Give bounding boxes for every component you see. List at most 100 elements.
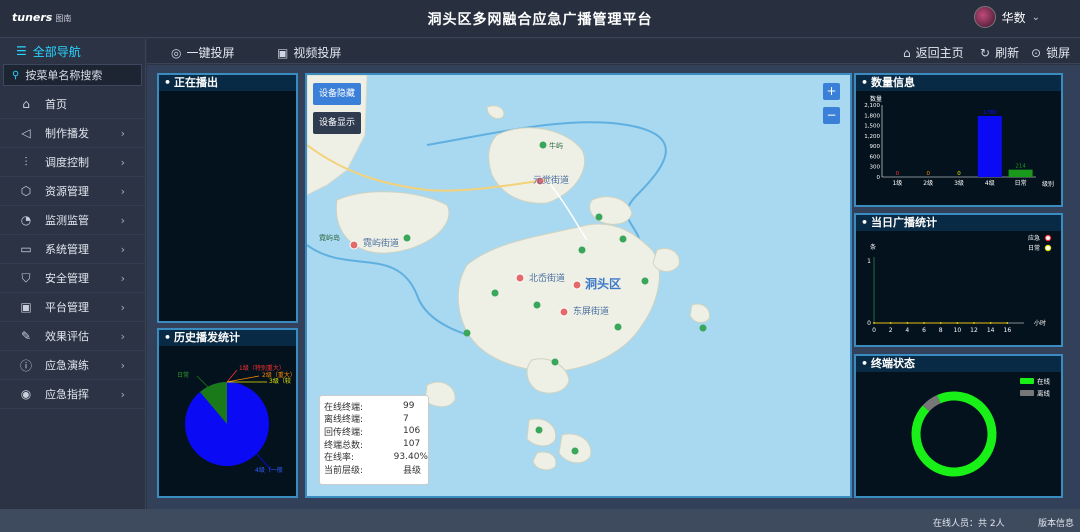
bar-ytick: 900 (870, 144, 881, 150)
lock-label: 锁屏 (1046, 46, 1071, 60)
device-show-button[interactable]: 设备显示 (313, 112, 362, 134)
one-click-cast-button[interactable]: ◎ 一键投屏 (171, 44, 235, 61)
bar-value-label: 0 (957, 171, 961, 177)
sidebar: ☰ 全部导航 ⚲ 按菜单名称搜索 ⌂ 首页 ◁ 制作播发 › ⫶ 调度控制 › ⬡ 资源管理 › ◔ 监… (0, 39, 146, 509)
toolbar: ◎ 一键投屏 ▣ 视频投屏 ⌂ 返回主页 ↻ 刷新 ⊙ 锁屏 (147, 39, 1080, 64)
line-legend-label: 应急 (1028, 234, 1040, 242)
stat-online: 在线终端: 99 (324, 400, 428, 413)
refresh-button[interactable]: ↻ 刷新 (980, 44, 1019, 61)
menu-icon: ☰ (16, 44, 27, 58)
sidebar-item-label: 调度控制 (45, 156, 89, 169)
line-xlabel: 小时 (1034, 319, 1046, 327)
sidebar-item-2[interactable]: ⫶ 调度控制 › (0, 148, 145, 177)
video-icon: ▣ (277, 45, 289, 60)
desktop-icon: ▣ (20, 300, 32, 314)
sidebar-item-5[interactable]: ▭ 系统管理 › (0, 235, 145, 264)
sidebar-item-6[interactable]: ⛉ 安全管理 › (0, 264, 145, 293)
menu-search-input[interactable]: ⚲ 按菜单名称搜索 (3, 64, 142, 86)
beiyan-marker[interactable] (515, 273, 525, 283)
daily-title: 当日广播统计 (856, 215, 1061, 231)
zoom-in-button[interactable]: + (823, 83, 840, 100)
sidebar-item-1[interactable]: ◁ 制作播发 › (0, 119, 145, 148)
daily-panel: 当日广播统计 条010246810121416小时应急日常 (854, 213, 1063, 347)
dongping-marker[interactable] (559, 307, 569, 317)
map-label-dongping: 东屏街道 (573, 307, 610, 317)
home-icon: ⌂ (903, 45, 911, 60)
alert-icon: ⓘ (19, 358, 32, 373)
cast-label: 一键投屏 (186, 46, 235, 60)
gauge-icon: ◔ (20, 213, 32, 227)
line-point (973, 322, 975, 324)
stat-offline: 离线终端: 7 (324, 413, 428, 426)
sidebar-item-9[interactable]: ⓘ 应急演练 › (0, 351, 145, 380)
bar-xtick: 1级 (892, 179, 902, 187)
map-label-yuanjue: 元觉街道 (533, 176, 570, 186)
broadcast-icon: ◉ (20, 387, 32, 401)
bar-value-label: 0 (926, 171, 930, 177)
quantity-bar-chart: 数量 0 300 600 900 1,200 1,500 1,800 2,100 0 1级 0 2级 0 3… (864, 95, 1054, 188)
chevron-down-icon[interactable]: ⌄ (1032, 12, 1040, 23)
stat-total: 终端总数: 107 (324, 438, 428, 451)
line-legend-label: 日常 (1028, 244, 1040, 252)
lock-icon: ⊙ (1031, 45, 1042, 60)
sidebar-item-label: 资源管理 (45, 185, 89, 198)
terminal-panel: 终端状态 在线离线 (854, 354, 1063, 498)
search-placeholder: 按菜单名称搜索 (25, 69, 103, 82)
line-point (939, 322, 942, 324)
donut-legend-label: 在线 (1037, 377, 1051, 386)
map-label-niuyan: 牛屿 (549, 142, 563, 150)
bar-日常 (1008, 169, 1033, 177)
sidebar-item-7[interactable]: ▣ 平台管理 › (0, 293, 145, 322)
line-point (1006, 322, 1009, 324)
stat-value: 93.40% (393, 451, 428, 462)
stat-label: 当前层级: (324, 465, 364, 476)
donut-slice-离线 (922, 395, 941, 412)
map-area[interactable]: 元觉街道 霓屿街道 北岙街道 洞头区 东屏街道 牛屿 霓屿岛 设备隐藏 设备显示… (305, 73, 852, 498)
return-home-button[interactable]: ⌂ 返回主页 (903, 44, 964, 61)
sidebar-item-4[interactable]: ◔ 监测监管 › (0, 206, 145, 235)
chevron-right-icon: › (120, 126, 125, 140)
sidebar-item-8[interactable]: ✎ 效果评估 › (0, 322, 145, 351)
chevron-right-icon: › (120, 271, 125, 285)
map-label-beiyan: 北岙街道 (529, 274, 566, 284)
map-label-jiudu: 霓屿岛 (319, 234, 340, 242)
sidebar-item-10[interactable]: ◉ 应急指挥 › (0, 380, 145, 409)
map-label-district: 洞头区 (585, 277, 622, 291)
sidebar-item-3[interactable]: ⬡ 资源管理 › (0, 177, 145, 206)
bar-ytick: 2,100 (864, 103, 880, 109)
line-ytick: 0 (867, 320, 871, 327)
chevron-right-icon: › (120, 300, 125, 314)
avatar[interactable] (973, 6, 996, 28)
app-title: 洞头区多网融合应急广播管理平台 (427, 12, 653, 28)
sidebar-item-label: 安全管理 (45, 272, 89, 285)
lock-screen-button[interactable]: ⊙ 锁屏 (1031, 44, 1070, 61)
sidebar-item-label: 首页 (45, 98, 67, 111)
stat-label: 终端总数: (324, 440, 364, 451)
stat-rate: 在线率: 93.40% (324, 450, 428, 464)
lingkun-marker[interactable] (349, 240, 359, 250)
chevron-right-icon: › (120, 387, 125, 401)
pie-label-3: 3级（较 (269, 377, 291, 385)
quantity-panel: 数量信息 数量 0 300 600 900 1,200 1,500 1,800 2,100 0 1级… (854, 73, 1063, 207)
user-name[interactable]: 华数 (1002, 9, 1026, 26)
stat-value: 106 (403, 426, 421, 437)
line-ytick: 1 (867, 258, 871, 265)
line-point (906, 322, 909, 324)
district-marker[interactable] (572, 280, 582, 290)
cast-icon: ◎ (171, 45, 182, 60)
chevron-right-icon: › (120, 242, 125, 256)
sidebar-item-0[interactable]: ⌂ 首页 (0, 90, 145, 119)
history-panel: 历史播发统计 1级（特别重大） 2级（重大） 3级（较 4级（一般 日常 (157, 328, 298, 498)
bar-xtick: 2级 (923, 179, 933, 187)
device-hide-button[interactable]: 设备隐藏 (313, 83, 362, 105)
version-info[interactable]: 版本信息 (1038, 516, 1074, 529)
nav-heading[interactable]: ☰ 全部导航 (0, 39, 145, 63)
monitor-icon: ▭ (20, 242, 32, 256)
sidebar-item-label: 系统管理 (45, 243, 89, 256)
video-cast-button[interactable]: ▣ 视频投屏 (277, 44, 341, 61)
zoom-out-button[interactable]: − (823, 107, 840, 124)
stat-label: 在线终端: (324, 402, 364, 413)
stat-value: 107 (403, 439, 421, 450)
user-menu[interactable]: 华数 ⌄ (973, 6, 1040, 28)
chevron-right-icon: › (120, 184, 125, 198)
